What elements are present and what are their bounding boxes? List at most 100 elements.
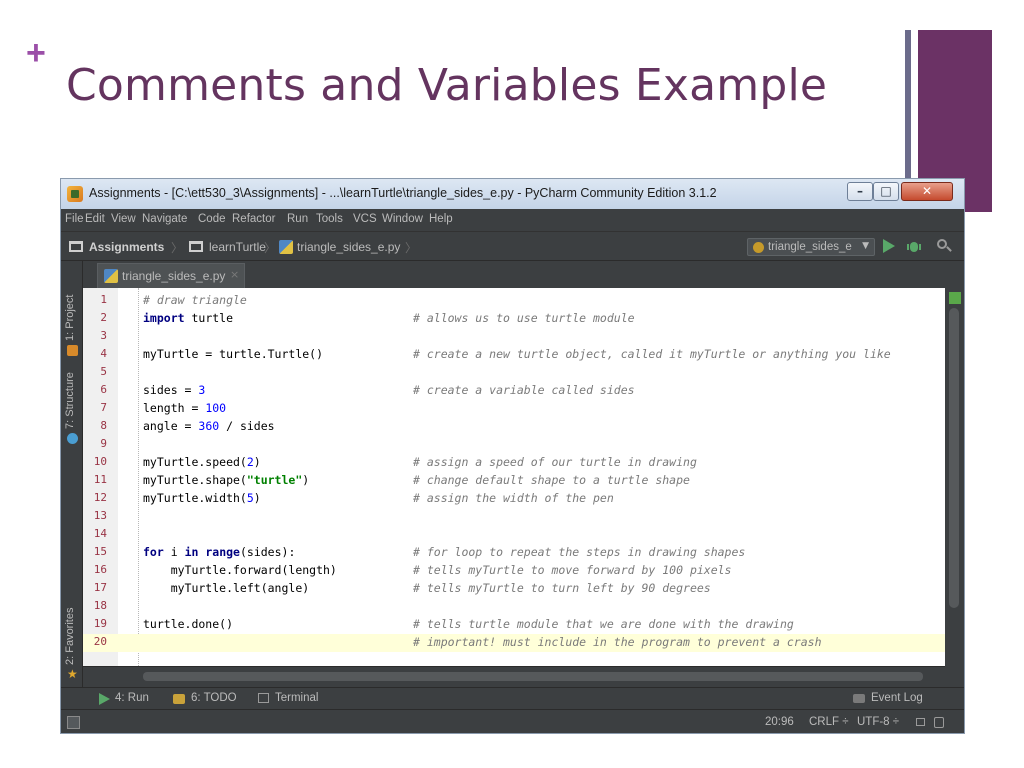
code-line[interactable]: 14: [83, 526, 945, 544]
code-comment: # allows us to use turtle module: [413, 311, 635, 325]
event-log-button[interactable]: Event Log: [871, 692, 923, 704]
memory-indicator-icon[interactable]: [934, 717, 944, 728]
debug-bug-icon[interactable]: [907, 239, 921, 254]
close-button[interactable]: ✕: [901, 182, 953, 201]
code-text: myTurtle.forward(length): [143, 563, 337, 577]
project-icon: [67, 345, 78, 356]
line-number: 20: [93, 635, 107, 648]
python-config-icon: [753, 242, 764, 253]
breadcrumb-separator: 〉: [171, 241, 184, 255]
code-line[interactable]: 19 turtle.done() # tells turtle module tha…: [83, 616, 945, 634]
tool-tab-project[interactable]: 1: Project: [64, 295, 76, 341]
line-number: 10: [93, 455, 107, 468]
menu-code[interactable]: Code: [198, 213, 226, 225]
menu-edit[interactable]: Edit: [85, 213, 105, 225]
code-line[interactable]: 3: [83, 328, 945, 346]
code-text: for i in range(sides):: [143, 545, 296, 559]
line-number: 14: [93, 527, 107, 540]
lock-icon[interactable]: [916, 718, 925, 726]
run-configuration-label: triangle_sides_e: [768, 241, 852, 253]
vertical-scrollbar[interactable]: [945, 288, 964, 666]
code-editor[interactable]: 1 # draw triangle 2 import turtle # allows u…: [83, 288, 945, 666]
breadcrumb-folder[interactable]: learnTurtle: [209, 240, 266, 254]
breadcrumb-separator: 〉: [405, 241, 418, 255]
code-comment: # create a new turtle object, called it …: [413, 347, 891, 361]
code-line[interactable]: 12 myTurtle.width(5) # assign the width of…: [83, 490, 945, 508]
line-number: 4: [100, 347, 107, 360]
code-line[interactable]: 18: [83, 598, 945, 616]
status-bar: 20:96 CRLF ÷ UTF-8 ÷: [61, 709, 964, 733]
slide-plus-icon: +: [26, 34, 46, 72]
tool-tab-run[interactable]: 4: Run: [115, 692, 149, 704]
line-separator[interactable]: CRLF ÷: [809, 716, 849, 728]
code-text: myTurtle.speed(2): [143, 455, 261, 469]
minimize-button[interactable]: –: [847, 182, 873, 201]
horizontal-scroll-thumb[interactable]: [143, 672, 923, 681]
tool-tab-todo[interactable]: 6: TODO: [191, 692, 237, 704]
search-icon[interactable]: [937, 239, 952, 252]
star-icon: ★: [67, 667, 78, 681]
file-encoding[interactable]: UTF-8 ÷: [857, 716, 899, 728]
tool-tab-favorites[interactable]: 2: Favorites: [64, 608, 76, 665]
code-line[interactable]: 1 # draw triangle: [83, 292, 945, 310]
horizontal-scrollbar[interactable]: [83, 666, 945, 687]
line-number: 9: [100, 437, 107, 450]
minimize-icon: –: [857, 184, 863, 198]
vertical-scroll-thumb[interactable]: [949, 308, 959, 608]
code-line[interactable]: 13: [83, 508, 945, 526]
tool-window-bar: 4: Run 6: TODO Terminal Event Log: [61, 687, 964, 709]
menu-refactor[interactable]: Refactor: [232, 213, 275, 225]
menu-file[interactable]: File: [65, 213, 84, 225]
code-line[interactable]: 2 import turtle # allows us to use turtle …: [83, 310, 945, 328]
breadcrumb-project[interactable]: Assignments: [89, 240, 164, 254]
maximize-button[interactable]: □: [873, 182, 899, 201]
menu-help[interactable]: Help: [429, 213, 453, 225]
line-number: 16: [93, 563, 107, 576]
project-folder-icon: [69, 241, 83, 252]
folder-icon: [189, 241, 203, 252]
menu-tools[interactable]: Tools: [316, 213, 343, 225]
python-file-icon: [104, 269, 118, 283]
line-number: 3: [100, 329, 107, 342]
tab-triangle-sides[interactable]: triangle_sides_e.py ×: [97, 263, 245, 288]
line-number: 8: [100, 419, 107, 432]
menu-vcs[interactable]: VCS: [353, 213, 377, 225]
tool-windows-toggle-icon[interactable]: [67, 716, 80, 729]
python-file-icon: [279, 240, 293, 254]
window-title: Assignments - [C:\ett530_3\Assignments] …: [89, 186, 717, 200]
code-line[interactable]: 9: [83, 436, 945, 454]
line-number: 1: [100, 293, 107, 306]
run-configuration-dropdown[interactable]: triangle_sides_e ▼: [747, 238, 875, 256]
code-line[interactable]: 5: [83, 364, 945, 382]
code-text: myTurtle.left(angle): [143, 581, 310, 595]
tool-tab-terminal[interactable]: Terminal: [275, 692, 318, 704]
code-line[interactable]: 20 # important! must include in the progr…: [83, 634, 945, 652]
code-comment: # change default shape to a turtle shape: [413, 473, 690, 487]
code-line[interactable]: 4 myTurtle = turtle.Turtle() # create a ne…: [83, 346, 945, 364]
line-number: 5: [100, 365, 107, 378]
code-line[interactable]: 7 length = 100: [83, 400, 945, 418]
pycharm-logo-icon: [67, 186, 83, 202]
menu-run[interactable]: Run: [287, 213, 308, 225]
breadcrumb-file[interactable]: triangle_sides_e.py: [297, 240, 400, 254]
menu-view[interactable]: View: [111, 213, 136, 225]
left-tool-strip: 1: Project 7: Structure 2: Favorites ★: [61, 261, 83, 687]
code-line[interactable]: 6 sides = 3 # create a variable called sid…: [83, 382, 945, 400]
title-bar[interactable]: Assignments - [C:\ett530_3\Assignments] …: [61, 179, 964, 209]
editor-tab-bar: triangle_sides_e.py ×: [83, 261, 964, 288]
tab-close-icon[interactable]: ×: [230, 268, 239, 281]
code-line[interactable]: 10 myTurtle.speed(2) # assign a speed of o…: [83, 454, 945, 472]
menu-window[interactable]: Window: [382, 213, 423, 225]
code-line[interactable]: 15 for i in range(sides): # for loop to re…: [83, 544, 945, 562]
caret-position[interactable]: 20:96: [765, 716, 794, 728]
pycharm-window: Assignments - [C:\ett530_3\Assignments] …: [60, 178, 965, 734]
code-line[interactable]: 11 myTurtle.shape("turtle") # change defau…: [83, 472, 945, 490]
code-line[interactable]: 16 myTurtle.forward(length) # tells myTur…: [83, 562, 945, 580]
todo-icon: [173, 694, 185, 704]
code-line[interactable]: 17 myTurtle.left(angle) # tells myTurtle …: [83, 580, 945, 598]
run-icon[interactable]: [883, 239, 895, 253]
tool-tab-structure[interactable]: 7: Structure: [64, 372, 76, 429]
menu-navigate[interactable]: Navigate: [142, 213, 187, 225]
menu-bar: File Edit View Navigate Code Refactor Ru…: [61, 209, 964, 231]
code-line[interactable]: 8 angle = 360 / sides: [83, 418, 945, 436]
